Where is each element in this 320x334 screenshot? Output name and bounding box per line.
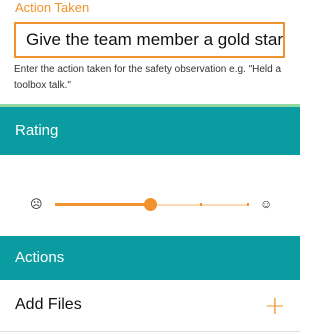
- rating-slider-tick: [247, 203, 250, 206]
- plus-icon[interactable]: +: [264, 293, 286, 319]
- action-taken-value: Give the team member a gold star: [26, 30, 284, 49]
- frown-face-icon: ☹: [30, 197, 43, 211]
- rating-row: ☹ ☺: [0, 155, 300, 236]
- action-taken-helper-text: Enter the action taken for the safety ob…: [14, 64, 282, 91]
- actions-section-header: Actions: [0, 236, 300, 280]
- action-taken-label: Action Taken: [15, 0, 90, 15]
- add-files-label: Add Files: [15, 296, 82, 313]
- rating-slider-fill: [55, 203, 151, 206]
- text-caret: [284, 31, 285, 51]
- safety-observation-form: Action Taken Give the team member a gold…: [0, 0, 300, 334]
- rating-slider-thumb[interactable]: [144, 198, 158, 211]
- action-taken-input[interactable]: Give the team member a gold star: [14, 22, 285, 58]
- rating-slider-tick: [199, 203, 202, 206]
- smile-face-icon: ☺: [260, 197, 273, 211]
- rating-section-header: Rating: [0, 107, 300, 155]
- add-files-row[interactable]: Add Files +: [0, 280, 300, 332]
